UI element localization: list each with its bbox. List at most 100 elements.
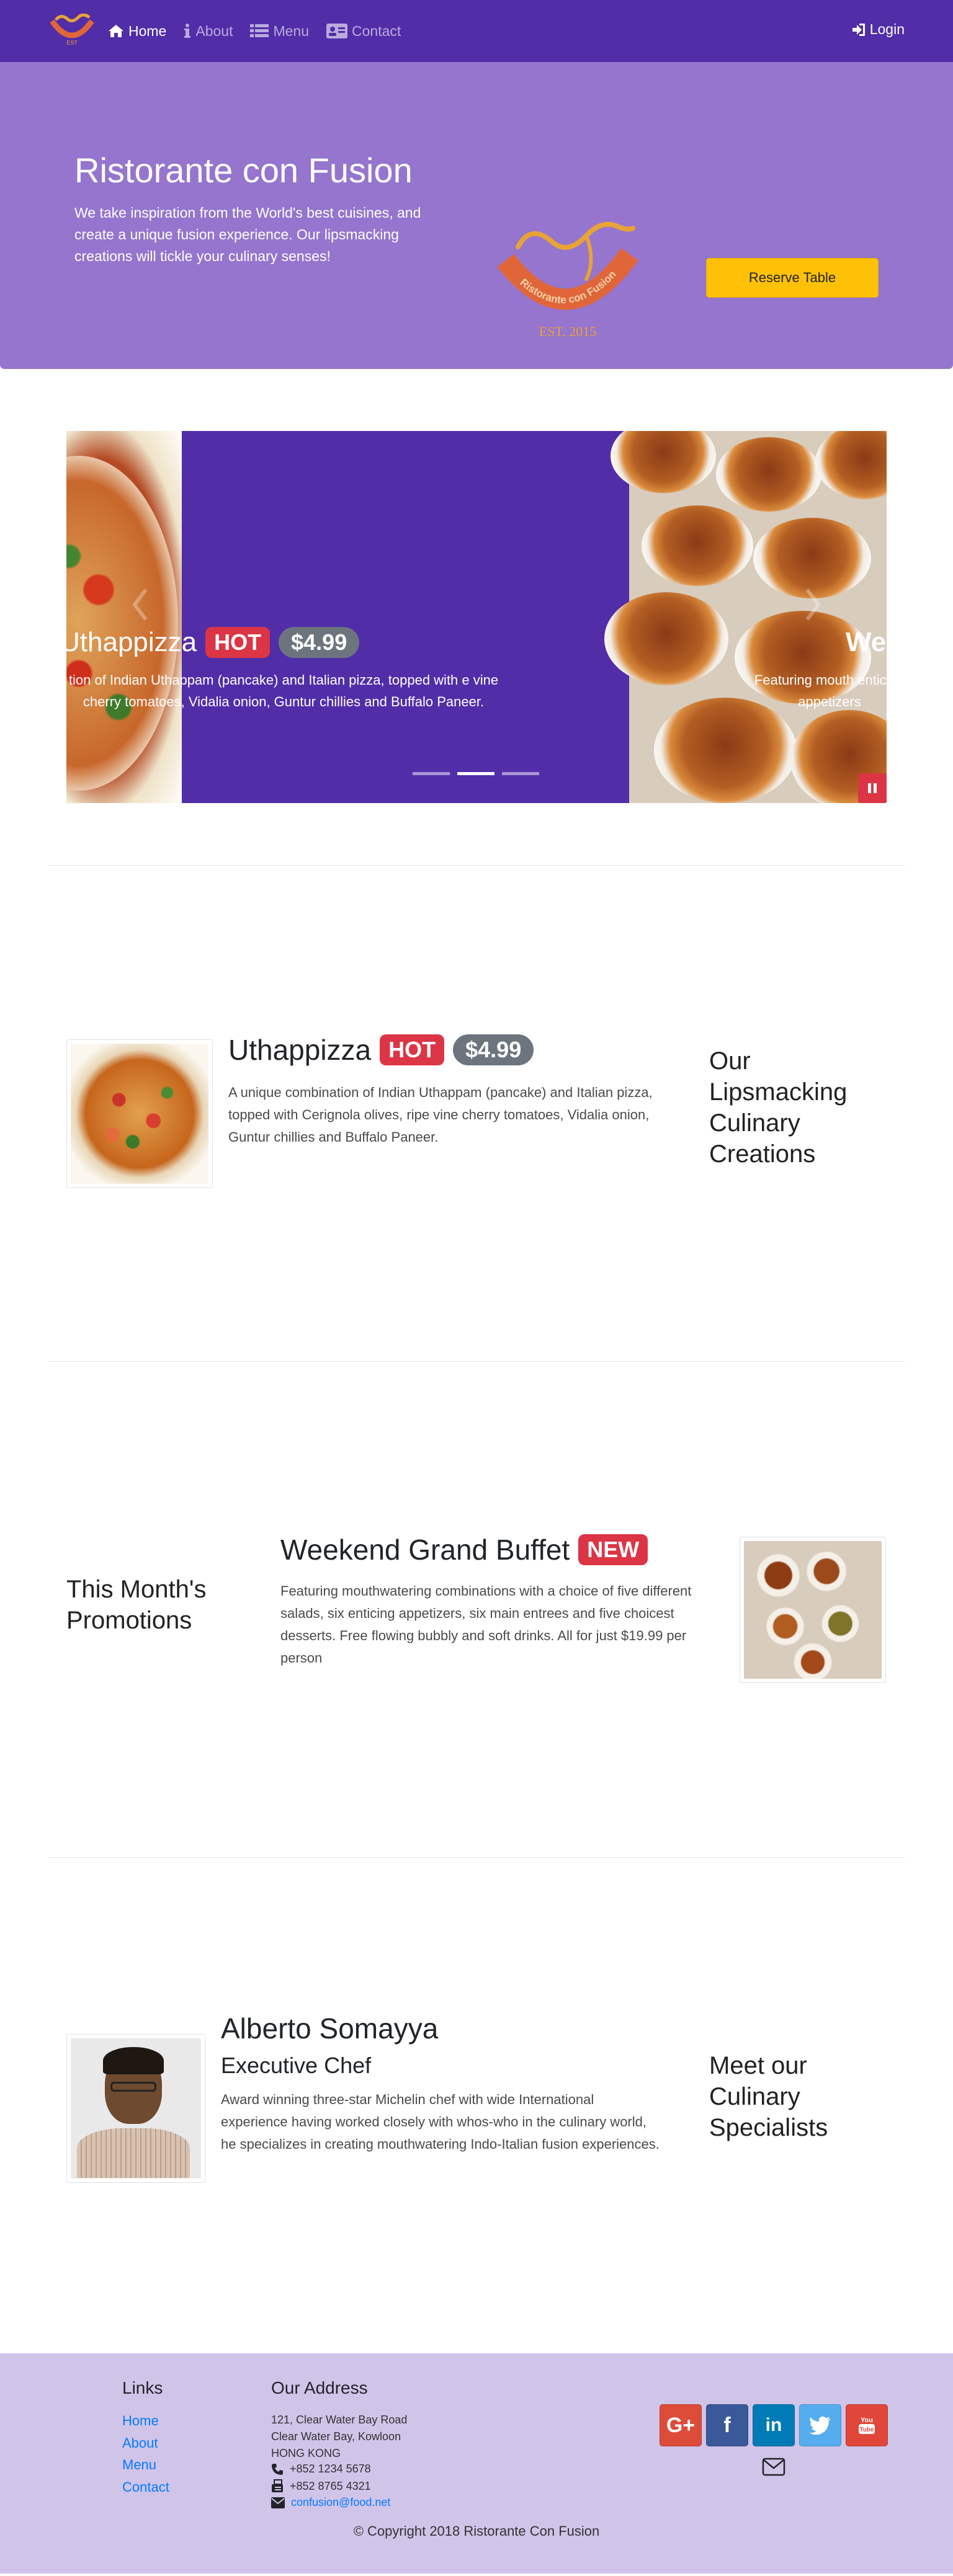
social-links: G+ f in You Tube: [660, 2404, 892, 2446]
address-line-2: Clear Water Bay, Kowloon: [271, 2430, 401, 2443]
restaurant-title: Ristorante con Fusion: [74, 151, 413, 190]
dish-price-badge: $4.99: [453, 1034, 534, 1065]
login-button[interactable]: Login: [852, 21, 905, 38]
carousel-indicators: [413, 772, 547, 775]
nav-about[interactable]: About: [184, 23, 233, 40]
facebook-icon: f: [723, 2413, 731, 2437]
footer-link-menu[interactable]: Menu: [122, 2457, 156, 2473]
address-line-1: 121, Clear Water Bay Road: [271, 2414, 408, 2426]
footer-link-about[interactable]: About: [122, 2435, 158, 2451]
svg-text:Tube: Tube: [859, 2427, 874, 2433]
footer-link-contact[interactable]: Contact: [122, 2479, 169, 2495]
google-plus-button[interactable]: G+: [660, 2404, 702, 2446]
copyright: © Copyright 2018 Ristorante Con Fusion: [353, 2523, 600, 2539]
pizza-image: [71, 1044, 208, 1184]
list-icon: [250, 24, 269, 37]
fax-icon: [272, 2479, 283, 2492]
phone-row: +852 1234 5678: [271, 2463, 371, 2476]
promotion-title-row: Weekend Grand Buffet NEW: [280, 1533, 648, 1566]
logo-est: EST. 2015: [539, 324, 596, 339]
dish-hot-badge: HOT: [380, 1034, 445, 1065]
email-row: confusion@food.net: [271, 2496, 390, 2509]
carousel-caption: Uthappizza HOT $4.99 tion of Indian Utha…: [66, 627, 887, 714]
footer-mail-button[interactable]: [762, 2458, 785, 2479]
carousel-pause-button[interactable]: [858, 773, 887, 803]
leader-role: Executive Chef: [221, 2053, 372, 2078]
promotion-section: This Month's Promotions Weekend Grand Bu…: [0, 1362, 953, 1857]
dish-side-heading: Our Lipsmacking Culinary Creations: [709, 1047, 848, 1168]
caption-title-row: Uthappizza HOT $4.99: [66, 627, 360, 658]
address-line-3: HONG KONG: [271, 2447, 341, 2459]
nav-home[interactable]: Home: [108, 23, 166, 40]
links-heading: Links: [122, 2378, 163, 2397]
leader-thumbnail: [66, 2034, 205, 2183]
login-label: Login: [869, 21, 905, 37]
address-heading: Our Address: [271, 2378, 368, 2397]
nav-contact-label: Contact: [352, 22, 401, 39]
leader-name: Alberto Somayya: [221, 2012, 439, 2045]
chef-photo: [71, 2038, 201, 2178]
twitter-icon: [809, 2416, 831, 2435]
nav-contact[interactable]: Contact: [326, 23, 401, 40]
youtube-button[interactable]: You Tube: [846, 2404, 888, 2446]
caption-title: Uthappizza: [66, 627, 197, 657]
nav-about-label: About: [195, 22, 233, 39]
carousel: Uthappizza HOT $4.99 tion of Indian Utha…: [66, 431, 887, 803]
indicator-1[interactable]: [413, 772, 450, 775]
info-icon: [184, 24, 191, 38]
twitter-button[interactable]: [799, 2404, 841, 2446]
featured-dish-section: Uthappizza HOT $4.99 A unique combinatio…: [0, 866, 953, 1361]
navbar: EST Home About Menu Contact Login: [0, 0, 953, 62]
nav-menu[interactable]: Menu: [250, 23, 309, 40]
restaurant-logo: Ristorante con Fusion EST. 2015: [497, 221, 638, 339]
svg-text:You: You: [861, 2417, 873, 2424]
jumbotron: Ristorante con Fusion We take inspiratio…: [0, 62, 953, 369]
promotion-thumbnail: [740, 1537, 886, 1683]
dish-description: A unique combination of Indian Uthappam …: [228, 1085, 653, 1145]
carousel-next-image: [604, 431, 887, 803]
leader-section: Alberto Somayya Executive Chef Award win…: [0, 1858, 953, 2353]
next-caption-title: We: [846, 627, 887, 657]
footer: Links Home About Menu Contact Our Addres…: [0, 2353, 953, 2574]
next-caption-text: Featuring mouth enticing appetizers: [754, 672, 887, 709]
footer-link-home[interactable]: Home: [122, 2413, 159, 2429]
leader-side-heading: Meet our Culinary Specialists: [709, 2052, 828, 2141]
carousel-prev-image: [66, 431, 182, 803]
indicator-2[interactable]: [457, 772, 494, 775]
promotion-side-heading: This Month's Promotions: [66, 1576, 207, 1634]
new-badge: NEW: [578, 1534, 648, 1565]
dish-thumbnail: [66, 1039, 213, 1188]
promotion-name: Weekend Grand Buffet: [280, 1534, 570, 1566]
svg-text:EST: EST: [66, 40, 78, 46]
leader-description: Award winning three-star Michelin chef w…: [221, 2092, 660, 2152]
fax-number: +852 8765 4321: [290, 2479, 371, 2492]
indicator-3[interactable]: [502, 772, 539, 775]
fax-row: +852 8765 4321: [271, 2479, 371, 2493]
envelope-outline-icon: [762, 2458, 785, 2476]
promotion-description: Featuring mouthwatering combinations wit…: [280, 1583, 692, 1666]
buffet-image: [744, 1541, 882, 1679]
phone-icon: [272, 2463, 283, 2475]
home-icon: [109, 25, 123, 37]
email-link[interactable]: confusion@food.net: [291, 2496, 390, 2509]
nav-home-label: Home: [128, 22, 167, 39]
envelope-icon: [271, 2497, 285, 2508]
caption-text: tion of Indian Uthappam (pancake) and It…: [68, 672, 499, 709]
linkedin-icon: in: [765, 2415, 782, 2435]
sign-in-icon: [852, 23, 865, 36]
phone-number: +852 1234 5678: [290, 2463, 371, 2475]
facebook-button[interactable]: f: [706, 2404, 748, 2446]
price-badge: $4.99: [279, 627, 360, 658]
linkedin-button[interactable]: in: [753, 2404, 795, 2446]
reserve-table-button[interactable]: Reserve Table: [706, 258, 879, 298]
address-card-icon: [326, 24, 348, 38]
youtube-icon: You Tube: [859, 2417, 875, 2434]
dish-title-row: Uthappizza HOT $4.99: [228, 1033, 534, 1067]
carousel-prev-control[interactable]: [128, 586, 153, 623]
google-plus-icon: G+: [666, 2413, 696, 2437]
hot-badge: HOT: [205, 627, 271, 658]
carousel-next-control[interactable]: [800, 586, 825, 623]
brand-logo[interactable]: EST: [48, 14, 96, 48]
restaurant-tagline: We take inspiration from the World's bes…: [74, 205, 421, 264]
pause-icon: [868, 783, 877, 793]
